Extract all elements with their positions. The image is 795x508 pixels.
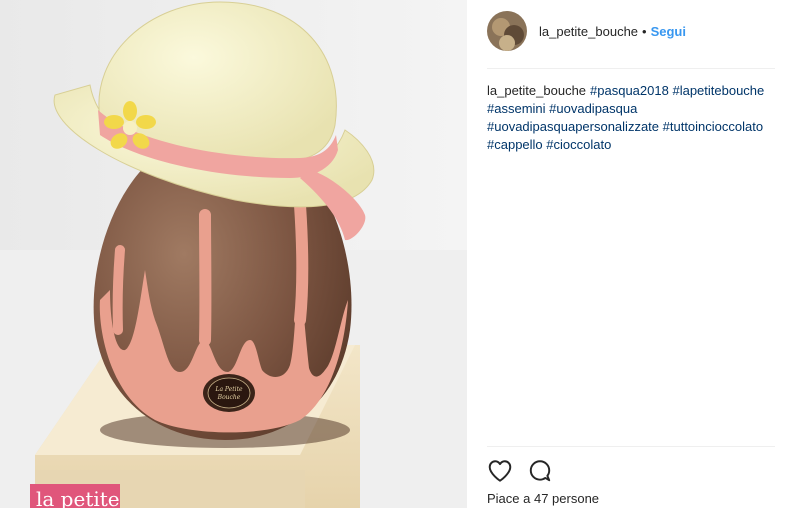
- header-divider: [487, 68, 775, 69]
- follow-button[interactable]: Segui: [651, 24, 686, 39]
- hashtag[interactable]: #cappello: [487, 137, 543, 152]
- hashtag[interactable]: #assemini: [487, 101, 546, 116]
- post-caption: la_petite_bouche #pasqua2018 #lapetitebou…: [487, 82, 777, 154]
- post-side-panel: la_petite_bouche • Segui la_petite_bouch…: [467, 0, 795, 508]
- easter-egg-image: la petite La Petite Bouche: [0, 0, 467, 508]
- separator-dot: •: [642, 23, 647, 39]
- hashtag[interactable]: #cioccolato: [546, 137, 611, 152]
- box-label: la petite: [36, 487, 120, 508]
- post-photo[interactable]: la petite La Petite Bouche: [0, 0, 467, 508]
- hashtag[interactable]: #uovadipasquapersonalizzate: [487, 119, 659, 134]
- comment-icon[interactable]: [527, 458, 553, 484]
- post-header: la_petite_bouche • Segui: [487, 10, 775, 52]
- hashtag[interactable]: #uovadipasqua: [549, 101, 637, 116]
- post-actions: [487, 458, 567, 484]
- username[interactable]: la_petite_bouche: [539, 24, 638, 39]
- hashtag[interactable]: #tuttoincioccolato: [663, 119, 763, 134]
- plaque-line2: Bouche: [217, 394, 241, 401]
- hashtag[interactable]: #pasqua2018: [590, 83, 669, 98]
- hashtag[interactable]: #lapetitebouche: [672, 83, 764, 98]
- actions-divider: [487, 446, 775, 447]
- plaque-line1: La Petite: [214, 386, 243, 393]
- caption-username[interactable]: la_petite_bouche: [487, 83, 586, 98]
- avatar[interactable]: [487, 11, 527, 51]
- likes-count[interactable]: Piace a 47 persone: [487, 491, 599, 506]
- heart-icon[interactable]: [487, 458, 513, 484]
